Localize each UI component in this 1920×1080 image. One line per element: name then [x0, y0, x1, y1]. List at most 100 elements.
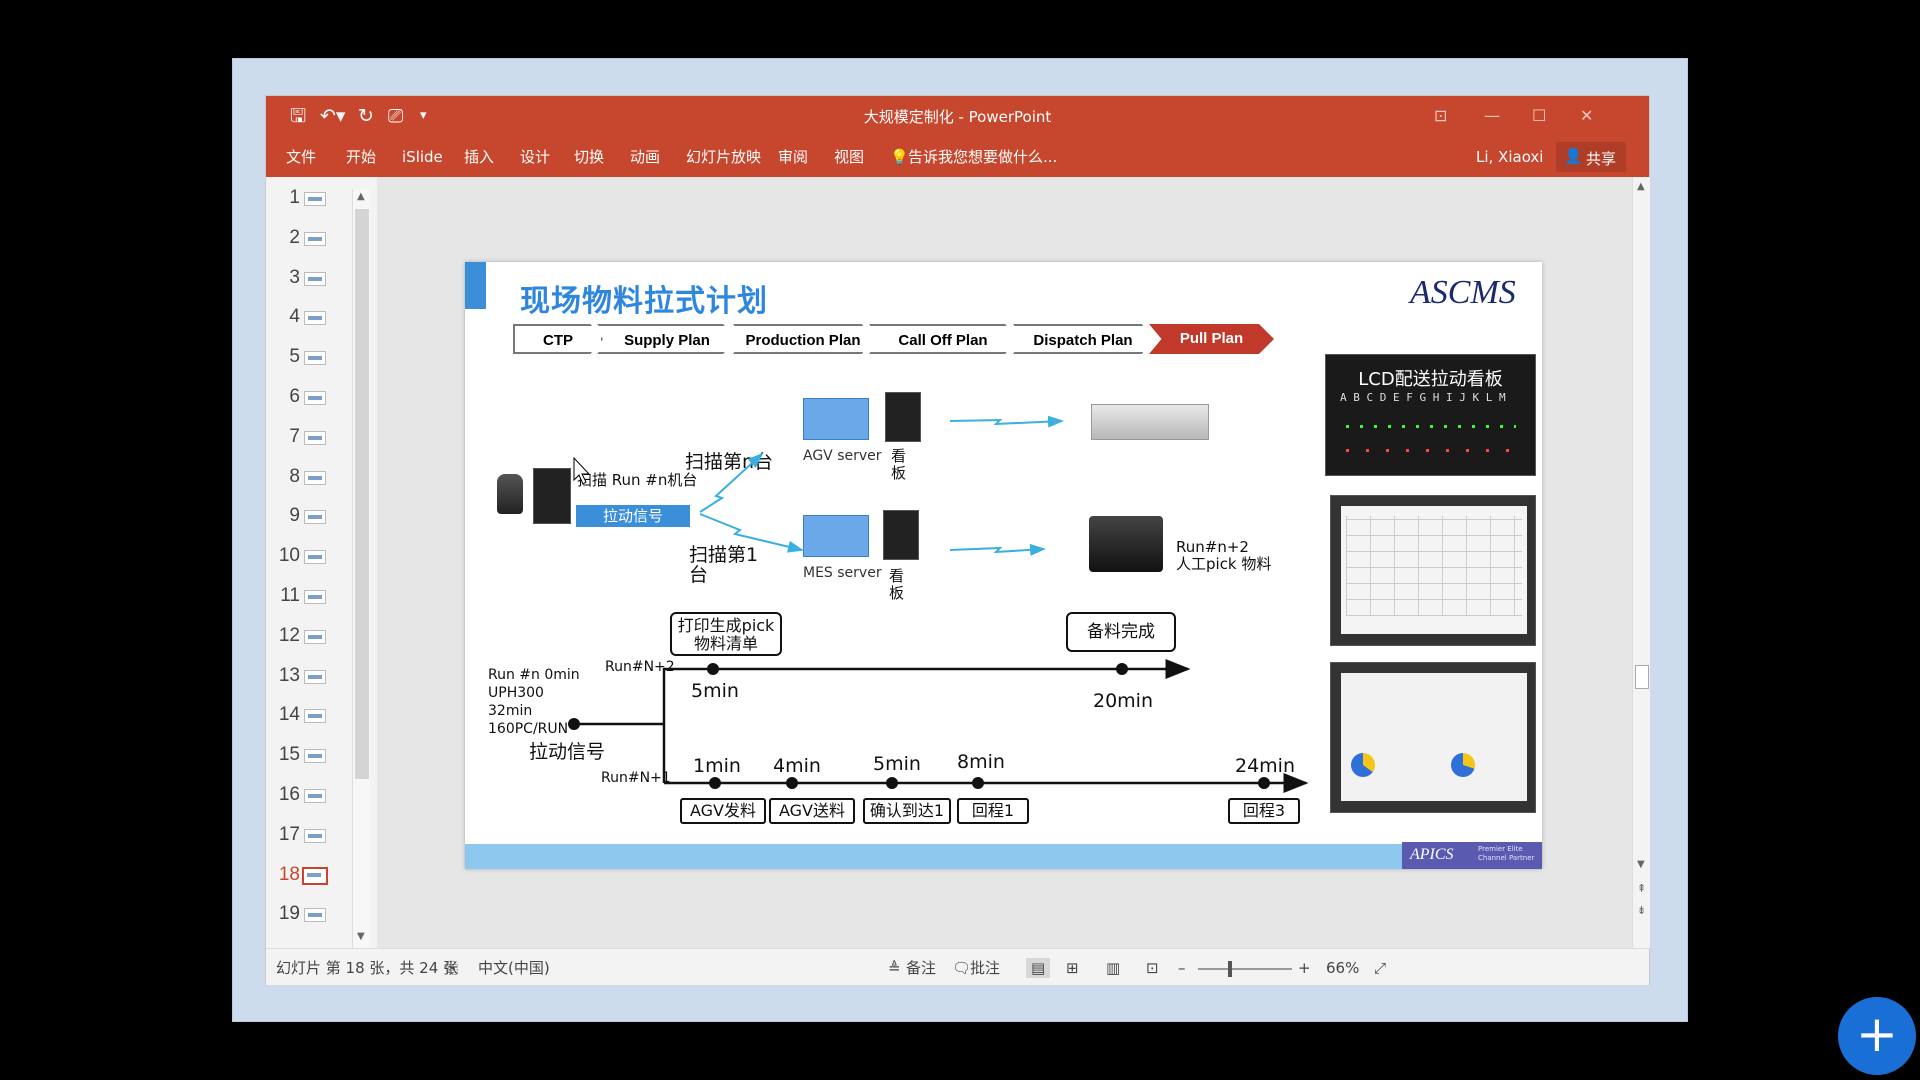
dashboard-screen: [1341, 673, 1527, 801]
notes-button[interactable]: 备注: [906, 958, 936, 978]
run-n2-label: Run#n+2: [1176, 538, 1249, 556]
slide-thumbnail[interactable]: [304, 192, 326, 206]
close-icon[interactable]: ✕: [1580, 104, 1593, 128]
slide-thumbnail[interactable]: [304, 828, 326, 843]
slide-thumbnail[interactable]: [304, 590, 326, 604]
user-name[interactable]: Li, Xiaoxi: [1476, 147, 1543, 167]
slide-canvas[interactable]: 现场物料拉式计划 ASCMS CTP Supply Plan Productio…: [465, 262, 1542, 869]
thumbnail-number[interactable]: 10: [266, 545, 300, 567]
thumbnail-number[interactable]: 18: [266, 864, 300, 886]
slide-thumbnail[interactable]: [304, 629, 326, 644]
time-1min: 1min: [693, 755, 741, 777]
normal-view-icon[interactable]: ▤: [1026, 958, 1051, 978]
language-indicator[interactable]: 中文(中国): [478, 958, 550, 978]
zoom-out-button[interactable]: –: [1178, 958, 1186, 978]
comments-button[interactable]: 批注: [970, 958, 1000, 978]
thumbnail-preview: [308, 555, 322, 560]
thumbnail-number[interactable]: 12: [266, 625, 300, 647]
thumbnail-number[interactable]: 1: [266, 187, 300, 209]
slide-thumbnail[interactable]: [304, 470, 326, 485]
thumbnail-number[interactable]: 2: [266, 227, 300, 249]
scroll-down-icon[interactable]: ▼: [357, 931, 365, 942]
slide-thumbnail[interactable]: [304, 789, 326, 803]
zoom-slider[interactable]: [1198, 961, 1292, 977]
thumbnail-number[interactable]: 4: [266, 306, 300, 328]
next-slide-icon[interactable]: ⇟: [1637, 904, 1646, 917]
agv-server-label: AGV server: [803, 448, 882, 464]
tell-me-search[interactable]: 告诉我您想要做什么...: [908, 147, 1057, 167]
slide-thumbnail[interactable]: [304, 271, 326, 286]
computer-icon: [533, 468, 571, 524]
slide-sorter-icon[interactable]: ⊞: [1066, 958, 1079, 978]
slide-thumbnail[interactable]: [304, 709, 326, 724]
tab-insert[interactable]: 插入: [464, 147, 494, 167]
slide-thumbnail[interactable]: [304, 510, 326, 525]
thumbnail-number[interactable]: 3: [266, 267, 300, 289]
thumbnail-number[interactable]: 17: [266, 824, 300, 846]
led-row-green: [1346, 425, 1516, 428]
fit-to-window-icon[interactable]: ⤢: [1374, 958, 1386, 978]
tab-animations[interactable]: 动画: [630, 147, 660, 167]
maximize-icon[interactable]: ☐: [1532, 104, 1546, 128]
apics-logo-subtext: Premier Elite Channel Partner: [1478, 845, 1535, 862]
reading-view-icon[interactable]: ▥: [1106, 958, 1120, 978]
thumbnail-preview: [308, 754, 322, 759]
prev-slide-icon[interactable]: ⇞: [1637, 882, 1646, 895]
slide-thumbnail[interactable]: [304, 231, 326, 246]
ribbon-display-icon[interactable]: ⊡: [1434, 104, 1447, 128]
notes-icon: ≜: [888, 959, 901, 977]
scrollbar-thumb[interactable]: [1635, 665, 1649, 689]
thumbnail-number[interactable]: 16: [266, 784, 300, 806]
thumbnail-number[interactable]: 7: [266, 426, 300, 448]
tab-transitions[interactable]: 切换: [574, 147, 604, 167]
tab-design[interactable]: 设计: [520, 147, 550, 167]
slide-thumbnail[interactable]: [302, 866, 328, 885]
zoom-level[interactable]: 66%: [1326, 958, 1359, 978]
ascms-logo: ASCMS: [1410, 274, 1516, 311]
minimize-icon[interactable]: —: [1484, 104, 1500, 128]
spellcheck-icon[interactable]: ⎘: [446, 958, 458, 978]
slide-thumbnail[interactable]: [304, 749, 326, 764]
thumbnail-number[interactable]: 5: [266, 346, 300, 368]
time-24min: 24min: [1235, 755, 1296, 777]
slide-thumbnail[interactable]: [304, 430, 326, 445]
thumbnail-number[interactable]: 15: [266, 744, 300, 766]
scroll-up-icon[interactable]: ▲: [357, 191, 365, 202]
share-button[interactable]: 👤 共享: [1556, 142, 1626, 172]
scroll-down-icon[interactable]: ▼: [1637, 859, 1645, 870]
slide-thumbnail[interactable]: [304, 351, 326, 366]
slide-thumbnail[interactable]: [304, 669, 326, 684]
slide-thumbnail[interactable]: [304, 391, 326, 405]
slide-thumbnail[interactable]: [304, 908, 326, 923]
tab-islide[interactable]: iSlide: [402, 147, 443, 167]
editor-scrollbar[interactable]: ▲ ▼ ⇞ ⇟: [1632, 177, 1650, 948]
thumbnail-number[interactable]: 14: [266, 704, 300, 726]
thumbnail-preview: [308, 913, 322, 918]
slideshow-icon[interactable]: ⊡: [1146, 958, 1159, 978]
agv-issue-box: AGV发料: [680, 798, 766, 824]
thumbnail-number[interactable]: 13: [266, 665, 300, 687]
slide-thumbnail[interactable]: [304, 550, 326, 565]
agv-vehicle-photo: [1091, 404, 1209, 440]
scanner-icon: [497, 474, 523, 514]
zoom-in-button[interactable]: +: [1298, 958, 1311, 978]
scrollbar-thumb[interactable]: [355, 209, 369, 779]
thumbnail-number[interactable]: 11: [266, 585, 300, 607]
tab-slideshow[interactable]: 幻灯片放映: [686, 147, 761, 167]
prep-complete-box: 备料完成: [1066, 612, 1176, 652]
slide-footer-band: [465, 844, 1542, 869]
thumbnail-scrollbar[interactable]: ▲ ▼: [352, 189, 370, 949]
tab-review[interactable]: 审阅: [778, 147, 808, 167]
plus-icon[interactable]: +: [1838, 997, 1916, 1075]
thumbnail-number[interactable]: 9: [266, 505, 300, 527]
thumbnail-number[interactable]: 19: [266, 903, 300, 925]
thumbnail-number[interactable]: 6: [266, 386, 300, 408]
tab-file[interactable]: 文件: [286, 147, 316, 167]
slide-thumbnail[interactable]: [304, 311, 326, 326]
thumbnail-number[interactable]: 8: [266, 466, 300, 488]
tab-home[interactable]: 开始: [346, 147, 376, 167]
tab-view[interactable]: 视图: [834, 147, 864, 167]
pie-chart-left: [1351, 753, 1375, 777]
scroll-up-icon[interactable]: ▲: [1637, 181, 1645, 192]
zoom-slider-handle[interactable]: [1228, 961, 1232, 977]
